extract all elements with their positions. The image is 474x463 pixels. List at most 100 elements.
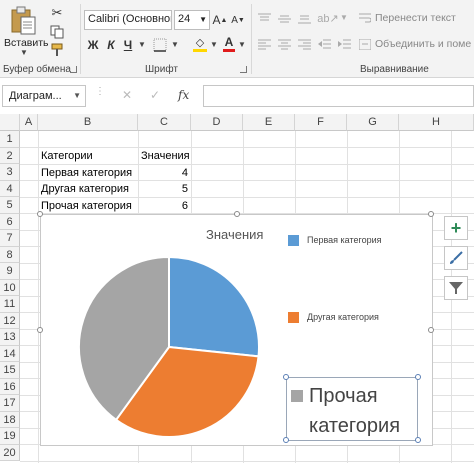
orientation-icon[interactable]: ab↗ (317, 11, 338, 25)
align-bottom-icon[interactable] (296, 11, 312, 25)
insert-function-icon[interactable]: fx (178, 88, 189, 102)
row-header[interactable]: 5 (0, 197, 20, 214)
paste-button[interactable] (6, 5, 42, 37)
copy-icon[interactable] (49, 24, 65, 40)
pie-slice-1[interactable] (168, 255, 260, 358)
select-all-corner[interactable] (0, 114, 20, 131)
resize-handle[interactable] (428, 211, 434, 217)
paste-dropdown-icon[interactable]: ▼ (20, 48, 28, 57)
font-name-select[interactable]: Calibri (Основной (84, 10, 172, 30)
row-header[interactable]: 2 (0, 147, 20, 164)
merge-center-label[interactable]: Объединить и поме (375, 38, 471, 50)
legend-entry-label: Прочая категория (309, 385, 401, 437)
row-header[interactable]: 18 (0, 411, 20, 428)
pie-plot-area[interactable] (61, 235, 281, 445)
merge-center-icon[interactable] (358, 37, 372, 51)
decrease-indent-icon[interactable] (316, 37, 332, 51)
column-header-d[interactable]: D (191, 114, 243, 131)
cell-c5[interactable]: 6 (138, 198, 191, 214)
row-header[interactable]: 1 (0, 131, 20, 148)
row-header[interactable]: 4 (0, 180, 20, 197)
resize-handle[interactable] (283, 437, 289, 443)
row-header[interactable]: 19 (0, 428, 20, 445)
row-header[interactable]: 11 (0, 296, 20, 313)
column-header-e[interactable]: E (243, 114, 295, 131)
chart-styles-button[interactable] (444, 246, 468, 270)
borders-icon[interactable] (152, 37, 168, 53)
font-color-icon[interactable]: A (222, 35, 236, 53)
row-header[interactable]: 12 (0, 312, 20, 329)
font-name-value: Calibri (Основной (88, 13, 172, 25)
cell-b4[interactable]: Другая категория (38, 181, 138, 197)
legend-entry[interactable]: Первая категория (307, 235, 382, 245)
cancel-icon[interactable]: ✕ (122, 88, 132, 102)
decrease-font-icon[interactable]: A ▼ (230, 11, 246, 29)
row-header[interactable]: 13 (0, 329, 20, 346)
wrap-text-icon[interactable] (358, 11, 372, 25)
font-launcher-icon[interactable] (240, 66, 247, 73)
align-top-icon[interactable] (256, 11, 272, 25)
clipboard-launcher-icon[interactable] (70, 66, 77, 73)
italic-button[interactable]: К (104, 37, 118, 53)
row-header[interactable]: 3 (0, 164, 20, 181)
borders-dropdown-icon[interactable]: ▼ (171, 40, 179, 49)
orientation-dropdown-icon[interactable]: ▼ (340, 13, 348, 22)
align-middle-icon[interactable] (276, 11, 292, 25)
bold-button[interactable]: Ж (86, 37, 100, 53)
cell-c3[interactable]: 4 (138, 165, 191, 181)
brush-icon (450, 251, 463, 264)
align-right-icon[interactable] (296, 37, 312, 51)
cell-c2[interactable]: Значения (138, 148, 191, 164)
row-header[interactable]: 6 (0, 213, 20, 230)
cell-b3[interactable]: Первая категория (38, 165, 138, 181)
selected-legend-entry[interactable]: Прочая категория (283, 374, 421, 443)
name-box[interactable]: Диаграм... ▼ (2, 85, 86, 107)
pie-chart[interactable]: Значения Первая категория Другая категор… (37, 211, 434, 446)
column-header-h[interactable]: H (399, 114, 474, 131)
enter-icon[interactable]: ✓ (150, 88, 160, 102)
align-left-icon[interactable] (256, 37, 272, 51)
row-header[interactable]: 16 (0, 378, 20, 395)
wrap-text-label[interactable]: Перенести текст (375, 12, 456, 24)
cell-b2[interactable]: Категории (38, 148, 138, 164)
column-header-a[interactable]: A (20, 114, 38, 131)
resize-handle[interactable] (428, 327, 434, 333)
formula-input[interactable] (203, 85, 474, 107)
row-header[interactable]: 17 (0, 395, 20, 412)
increase-font-icon[interactable]: A ▲ (212, 11, 228, 29)
fill-color-icon[interactable]: ◇ (192, 35, 208, 53)
row-header[interactable]: 14 (0, 345, 20, 362)
row-header[interactable]: 8 (0, 246, 20, 263)
underline-dropdown-icon[interactable]: ▼ (138, 40, 146, 49)
increase-indent-icon[interactable] (336, 37, 352, 51)
row-header[interactable]: 20 (0, 444, 20, 461)
row-header[interactable]: 15 (0, 362, 20, 379)
row-header[interactable]: 9 (0, 263, 20, 280)
fill-color-dropdown-icon[interactable]: ▼ (210, 40, 218, 49)
chart-filters-button[interactable] (444, 276, 468, 300)
resize-handle[interactable] (283, 374, 289, 380)
column-header-f[interactable]: F (295, 114, 347, 131)
chart-elements-button[interactable]: + (444, 216, 468, 240)
column-header-b[interactable]: B (38, 114, 138, 131)
format-painter-icon[interactable] (49, 42, 65, 58)
cell-c4[interactable]: 5 (138, 181, 191, 197)
resize-handle[interactable] (415, 437, 421, 443)
resize-handle[interactable] (37, 211, 43, 217)
resize-handle[interactable] (37, 327, 43, 333)
legend-entry[interactable]: Другая категория (307, 312, 379, 322)
resize-handle[interactable] (234, 211, 240, 217)
column-header-g[interactable]: G (347, 114, 399, 131)
cut-icon[interactable]: ✂ (49, 5, 65, 21)
underline-button[interactable]: Ч (121, 37, 135, 53)
resize-handle[interactable] (415, 374, 421, 380)
cell-b5[interactable]: Прочая категория (38, 198, 138, 214)
paste-icon (11, 6, 36, 35)
font-color-dropdown-icon[interactable]: ▼ (238, 40, 246, 49)
align-center-icon[interactable] (276, 37, 292, 51)
row-header[interactable]: 7 (0, 230, 20, 247)
font-size-select[interactable]: 24 ▼ (174, 10, 210, 30)
column-header-c[interactable]: C (138, 114, 191, 131)
separator (251, 4, 252, 74)
row-header[interactable]: 10 (0, 279, 20, 296)
